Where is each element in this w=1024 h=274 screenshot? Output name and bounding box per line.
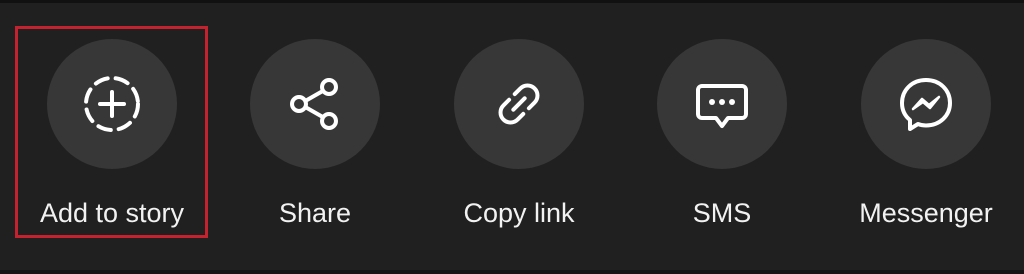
share-option-sms[interactable]: SMS bbox=[622, 0, 822, 274]
messenger-icon bbox=[900, 78, 952, 131]
share-icon bbox=[290, 78, 338, 130]
share-option-label: SMS bbox=[692, 198, 752, 228]
share-option-label: Share bbox=[278, 198, 352, 228]
copy-link-icon-button[interactable] bbox=[454, 39, 584, 169]
messenger-icon-button[interactable] bbox=[861, 39, 991, 169]
share-option-label: Messenger bbox=[859, 198, 993, 228]
share-icon-button[interactable] bbox=[250, 39, 380, 169]
sms-icon-button[interactable] bbox=[657, 39, 787, 169]
highlight-box bbox=[15, 26, 208, 238]
bottom-divider bbox=[0, 270, 1024, 274]
share-option-messenger[interactable]: Messenger bbox=[826, 0, 1024, 274]
share-sheet: Add to story Share Copy link SMS Messeng… bbox=[0, 0, 1024, 274]
share-option-label: Copy link bbox=[463, 198, 575, 228]
link-icon bbox=[498, 83, 540, 125]
sms-icon bbox=[696, 84, 748, 128]
share-option-share[interactable]: Share bbox=[215, 0, 415, 274]
share-option-copy-link[interactable]: Copy link bbox=[419, 0, 619, 274]
